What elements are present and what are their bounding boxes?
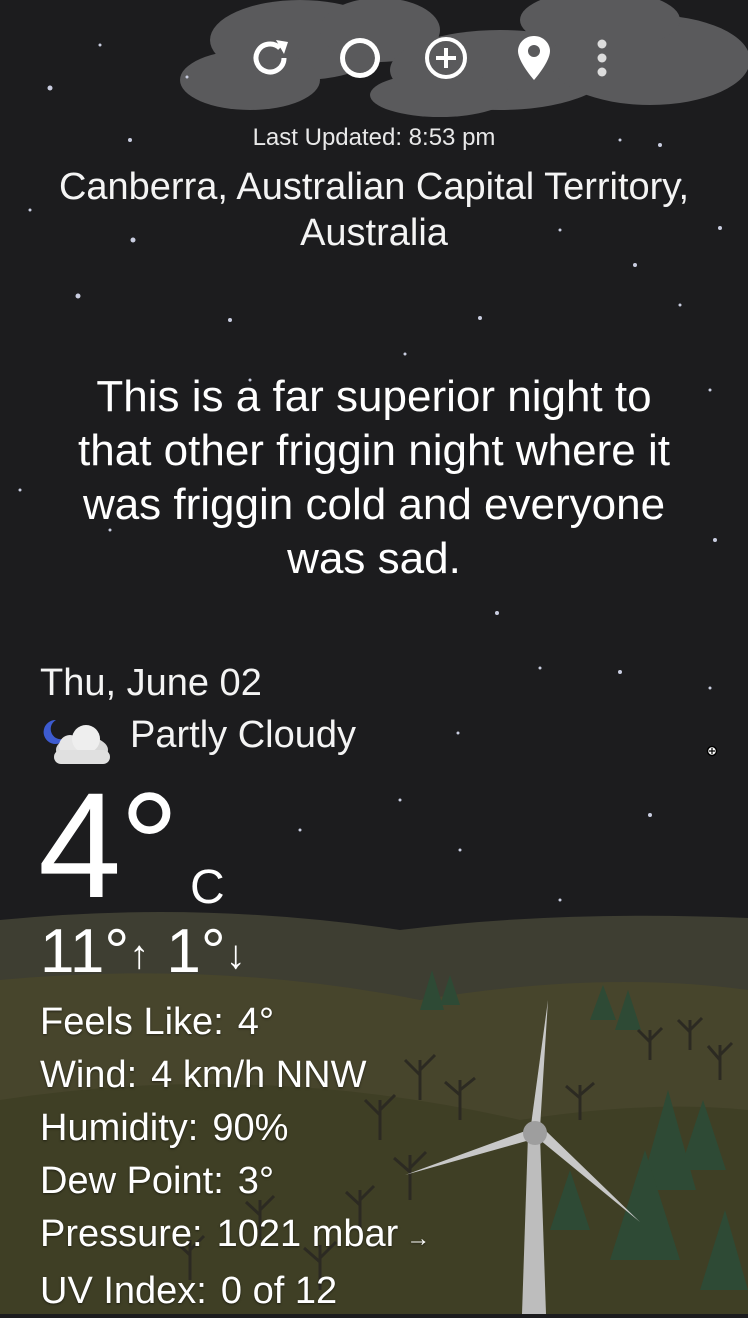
last-updated: Last Updated: 8:53 pm — [252, 124, 496, 151]
humidity-value: 90% — [212, 1107, 289, 1149]
humidity-row: Humidity: 90% — [40, 1102, 430, 1155]
current-temperature: 4° — [38, 761, 179, 929]
message-line-3: was friggin cold and everyone — [82, 480, 666, 529]
message-line-2: that other friggin night where it — [78, 426, 670, 475]
humidity-label: Humidity: — [40, 1107, 199, 1149]
add-location-button[interactable] — [418, 30, 474, 86]
toolbar — [253, 24, 748, 88]
weather-details: Feels Like: 4° Wind: 4 km/h NNW Humidity: 9… — [40, 996, 430, 1318]
location-line-2: Australia — [300, 212, 448, 254]
pressure-label: Pressure: — [40, 1213, 203, 1255]
feels-like-value: 4° — [237, 1001, 275, 1043]
add-location-icon — [425, 37, 467, 79]
wind-value: 4 km/h NNW — [151, 1054, 367, 1096]
wind-label: Wind: — [40, 1054, 138, 1096]
location-name[interactable]: Canberra, Australian Capital Territory, … — [40, 164, 708, 256]
pressure-trend-icon: → — [406, 1225, 431, 1252]
overflow-menu-icon — [597, 39, 607, 77]
high-arrow-icon: ↑ — [129, 933, 150, 978]
wind-row: Wind: 4 km/h NNW — [40, 1049, 430, 1102]
low-temp: 1° — [166, 917, 226, 986]
location-line-1: Canberra, Australian Capital Territory, — [58, 166, 690, 208]
weather-message: This is a far superior night to that oth… — [40, 370, 708, 586]
feels-like-row: Feels Like: 4° — [40, 996, 430, 1049]
temperature-unit: C — [190, 861, 225, 914]
message-line-1: This is a far superior night to — [96, 372, 652, 421]
uv-index-row: UV Index: 0 of 12 — [40, 1265, 430, 1318]
pointer-cursor-icon — [706, 745, 718, 757]
dew-point-value: 3° — [237, 1160, 275, 1202]
refresh-button[interactable] — [242, 30, 298, 86]
uv-index-label: UV Index: — [40, 1270, 207, 1312]
location-button[interactable] — [506, 30, 562, 86]
high-temp: 11° — [40, 917, 130, 986]
high-low-temps: 11°↑ 1°↓ — [40, 916, 246, 987]
refresh-icon — [253, 40, 288, 75]
pressure-row: Pressure: 1021 mbar → — [40, 1208, 430, 1265]
uv-index-value: 0 of 12 — [220, 1270, 338, 1312]
feels-like-label: Feels Like: — [40, 1001, 224, 1043]
forecast-date: Thu, June 02 — [40, 662, 262, 704]
pressure-value: 1021 mbar — [216, 1213, 399, 1255]
message-line-4: was sad. — [287, 534, 461, 583]
location-pin-icon — [518, 36, 550, 80]
dew-point-row: Dew Point: 3° — [40, 1155, 430, 1208]
low-arrow-icon: ↓ — [225, 933, 246, 978]
moon-phase-button[interactable] — [332, 30, 388, 86]
overflow-menu-button[interactable] — [582, 30, 622, 86]
dew-point-label: Dew Point: — [40, 1160, 224, 1202]
moon-phase-icon — [340, 38, 380, 78]
condition-text: Partly Cloudy — [130, 714, 356, 756]
